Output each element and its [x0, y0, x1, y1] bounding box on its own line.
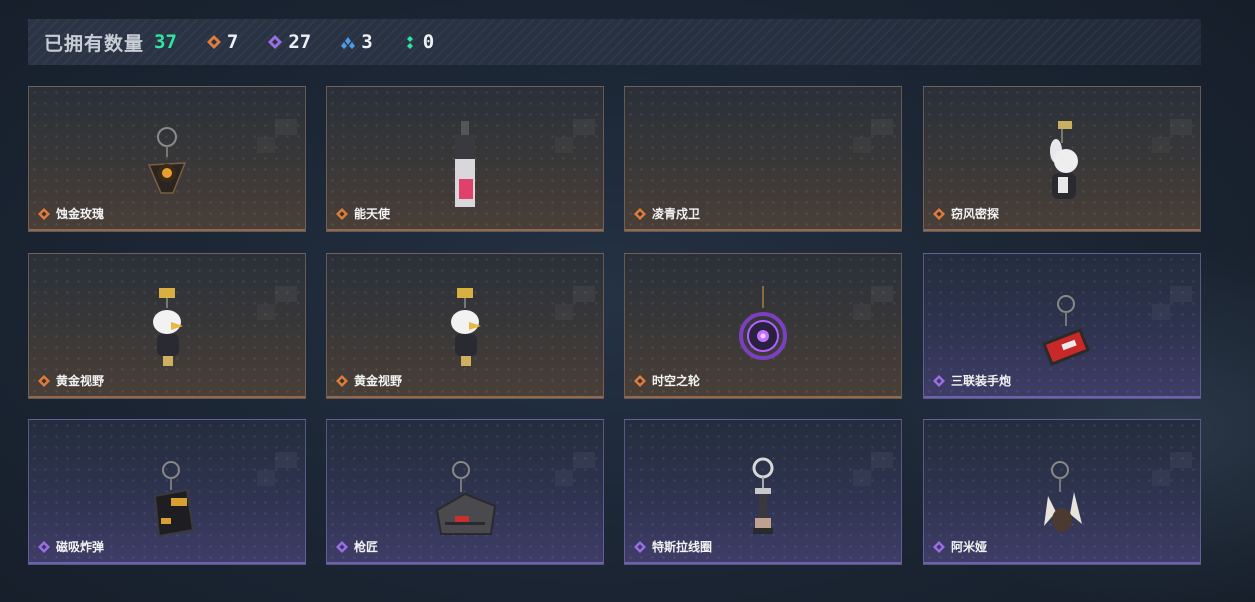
green-rarity-icon: [406, 36, 413, 49]
charm-card[interactable]: 蚀金玫瑰: [28, 86, 306, 232]
charm-card[interactable]: 黄金视野: [28, 253, 306, 399]
charm-name: 能天使: [354, 207, 391, 221]
orange-rarity-icon: [336, 207, 348, 220]
charm-card[interactable]: 磁吸炸弹: [28, 419, 306, 565]
charm-card[interactable]: 三联装手炮: [923, 253, 1201, 399]
orange-rarity-icon: [206, 35, 221, 49]
gunsmith-box-charm-icon: [435, 461, 497, 535]
charm-card[interactable]: 时空之轮: [624, 253, 902, 399]
orange-rarity-icon: [634, 374, 646, 387]
collection-summary-bar: 已拥有数量 37 7 27 3 0: [28, 19, 1201, 65]
green-rarity-count: 0: [422, 31, 435, 53]
rabbit-figure-charm-icon: [1050, 121, 1078, 199]
purple-rarity-icon: [336, 540, 348, 553]
charm-card[interactable]: 阿米娅: [923, 419, 1201, 565]
charm-name: 黄金视野: [354, 374, 403, 388]
orange-rarity-icon: [933, 207, 945, 220]
charm-card[interactable]: 黄金视野: [326, 253, 604, 399]
exusiai-charm-icon: [455, 121, 475, 207]
orange-rarity-count: 7: [226, 31, 239, 53]
charm-name: 三联装手炮: [951, 374, 1012, 388]
purple-rarity-icon: [933, 374, 945, 387]
charm-name: 磁吸炸弹: [56, 540, 105, 554]
blue-rarity-count: 3: [361, 31, 373, 53]
charm-name: 黄金视野: [56, 374, 105, 388]
bird-figure-charm-icon: [153, 288, 183, 366]
charm-card[interactable]: 能天使: [326, 86, 604, 232]
charm-name: 窃风密探: [951, 207, 1000, 221]
charm-name: 枪匠: [354, 540, 379, 554]
blue-rarity-icon: [341, 37, 356, 49]
green-rarity-stat: 0: [403, 31, 434, 53]
hand-cannon-charm-icon: [1042, 295, 1090, 366]
charm-name: 凌青戍卫: [652, 207, 701, 221]
charm-name: 阿米娅: [951, 540, 988, 554]
time-wheel-charm-icon: [739, 286, 787, 360]
blue-rarity-stat: 3: [341, 31, 373, 53]
orange-rarity-icon: [38, 207, 50, 220]
charm-card[interactable]: 窃风密探: [923, 86, 1201, 232]
purple-rarity-icon: [634, 540, 646, 553]
bomb-charm-icon: [153, 461, 195, 538]
orange-rarity-icon: [634, 207, 646, 220]
orange-rarity-icon: [336, 374, 348, 387]
purple-rarity-icon: [268, 35, 283, 49]
purple-rarity-icon: [933, 540, 945, 553]
charm-card[interactable]: 枪匠: [326, 419, 604, 565]
bird-figure-charm-icon: [451, 288, 481, 366]
amiya-charm-icon: [1044, 461, 1082, 532]
tesla-coil-charm-icon: [752, 457, 774, 534]
orange-rarity-icon: [38, 374, 50, 387]
charm-card[interactable]: 特斯拉线圈: [624, 419, 902, 565]
charm-name: 特斯拉线圈: [652, 540, 713, 554]
charm-name: 蚀金玫瑰: [56, 207, 105, 221]
charm-card[interactable]: 凌青戍卫: [624, 86, 902, 232]
purple-rarity-stat: 27: [268, 31, 311, 53]
orange-rarity-stat: 7: [206, 31, 239, 53]
owned-count: 37: [154, 31, 177, 53]
purple-rarity-icon: [38, 540, 50, 553]
purple-rarity-count: 27: [288, 31, 312, 53]
owned-label: 已拥有数量: [44, 32, 145, 55]
rose-charm-icon: [147, 127, 187, 194]
charm-name: 时空之轮: [652, 374, 701, 388]
